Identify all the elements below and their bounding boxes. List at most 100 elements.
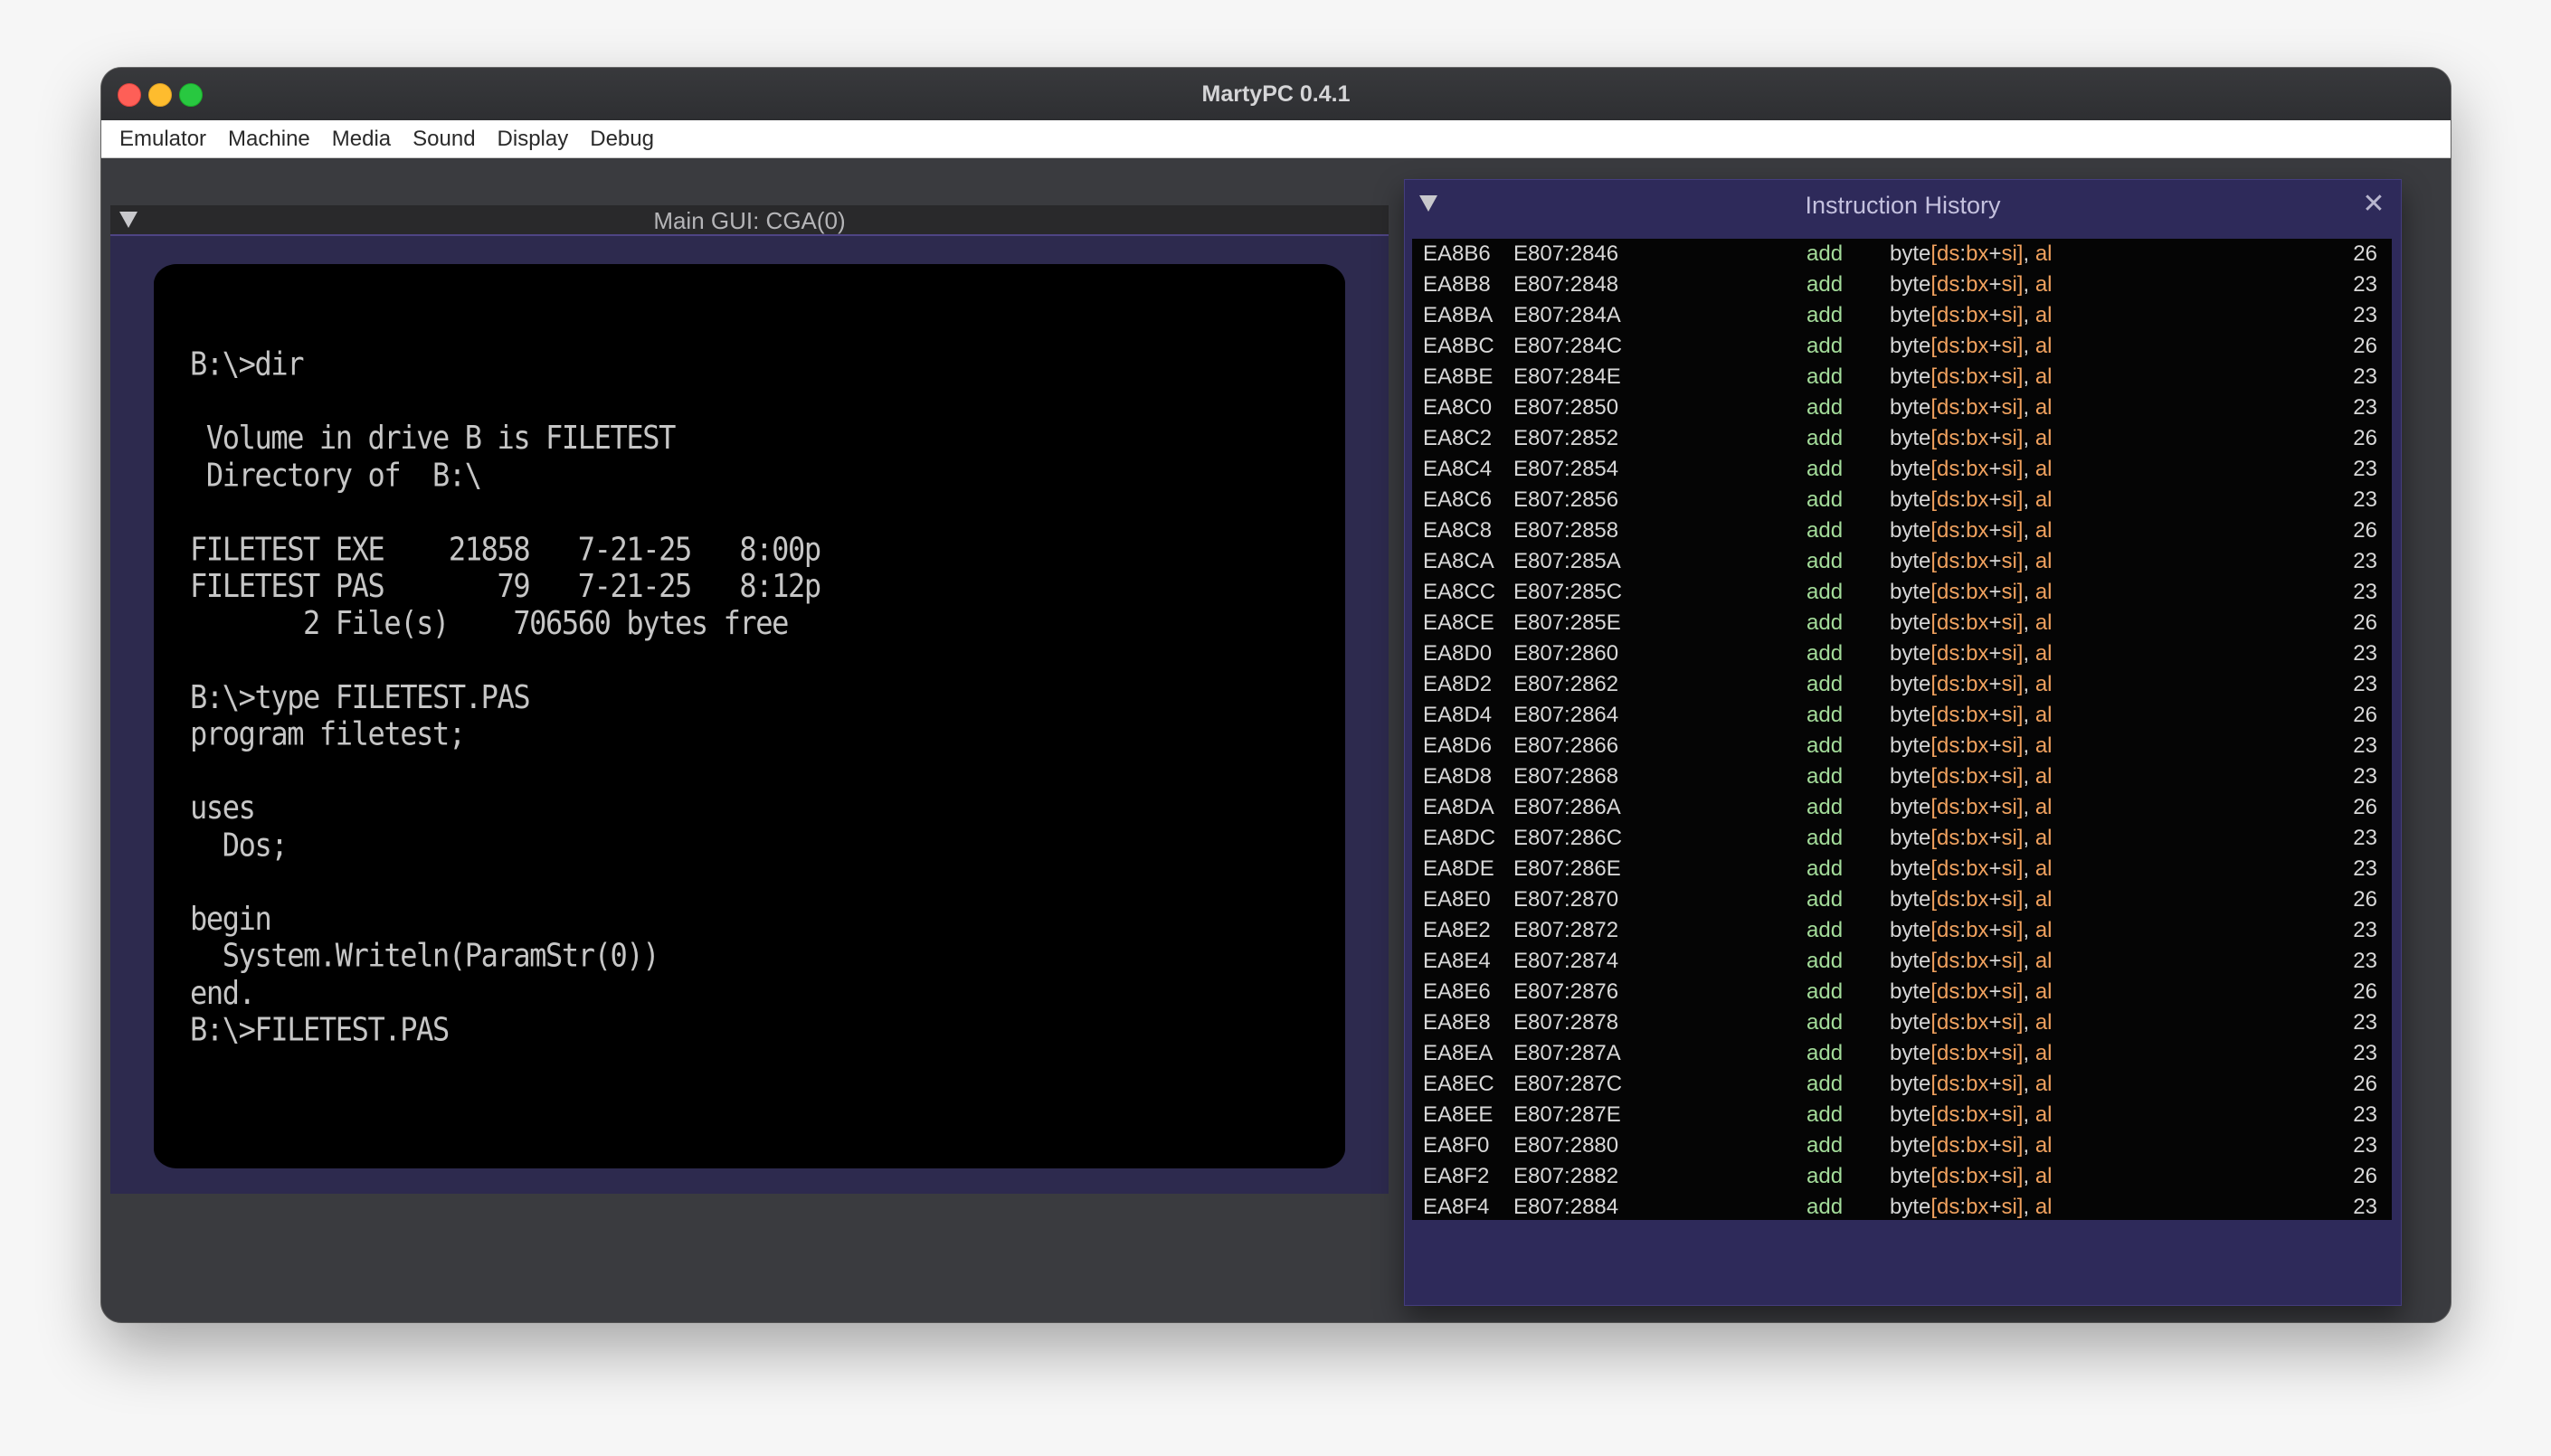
table-row[interactable]: EA8E6 E807:2876 add byte[ds:bx+si], al 26 — [1412, 977, 2392, 1007]
operand-token: byte — [1890, 549, 1931, 574]
operand-token: bx — [1966, 949, 1989, 974]
instruction-history-header[interactable]: Instruction History ✕ — [1405, 180, 2401, 228]
menu-media[interactable]: Media — [321, 120, 402, 157]
table-row[interactable]: EA8C2 E807:2852 add byte[ds:bx+si], al 26 — [1412, 423, 2392, 454]
table-row[interactable]: EA8DA E807:286A add byte[ds:bx+si], al 26 — [1412, 792, 2392, 823]
table-row[interactable]: EA8C0 E807:2850 add byte[ds:bx+si], al 23 — [1412, 392, 2392, 423]
operand-token: + — [1988, 272, 2002, 298]
table-row[interactable]: EA8C6 E807:2856 add byte[ds:bx+si], al 23 — [1412, 485, 2392, 515]
menu-sound[interactable]: Sound — [402, 120, 486, 157]
operand-token: bx — [1966, 518, 1989, 544]
operand-token: + — [1988, 887, 2002, 912]
menu-debug[interactable]: Debug — [579, 120, 665, 157]
operand-token: al — [2034, 641, 2053, 667]
operand-token: bx — [1966, 795, 1989, 820]
menu-display[interactable]: Display — [487, 120, 580, 157]
instruction-seg-offset: E807:2856 — [1513, 487, 1619, 513]
instruction-cycles: 23 — [2353, 949, 2377, 974]
instruction-history-list[interactable]: EA8B6 E807:2846 add byte[ds:bx+si], al 26 EA8… — [1412, 239, 2392, 1220]
instruction-mnemonic: add — [1807, 979, 1844, 1005]
operand-token: si — [2001, 334, 2017, 359]
instruction-operands: byte[ds:bx+si], al — [1890, 392, 2053, 423]
table-row[interactable]: EA8C8 E807:2858 add byte[ds:bx+si], al 26 — [1412, 515, 2392, 546]
table-row[interactable]: EA8D8 E807:2868 add byte[ds:bx+si], al 23 — [1412, 761, 2392, 792]
operand-token: , — [2023, 549, 2035, 574]
instruction-seg-offset: E807:285E — [1513, 610, 1621, 636]
table-row[interactable]: EA8D4 E807:2864 add byte[ds:bx+si], al 26 — [1412, 700, 2392, 731]
operand-token: ds — [1937, 764, 1960, 789]
instruction-address: EA8CC — [1423, 580, 1496, 605]
table-row[interactable]: EA8CE E807:285E add byte[ds:bx+si], al 26 — [1412, 608, 2392, 638]
instruction-operands: byte[ds:bx+si], al — [1890, 884, 2053, 915]
title-bar[interactable]: MartyPC 0.4.1 — [101, 68, 2451, 121]
table-row[interactable]: EA8D0 E807:2860 add byte[ds:bx+si], al 23 — [1412, 638, 2392, 669]
table-row[interactable]: EA8CC E807:285C add byte[ds:bx+si], al 23 — [1412, 577, 2392, 608]
operand-token: ds — [1937, 457, 1960, 482]
instruction-cycles: 26 — [2353, 518, 2377, 544]
operand-token: si — [2001, 426, 2017, 451]
instruction-cycles: 26 — [2353, 703, 2377, 728]
instruction-operands: byte[ds:bx+si], al — [1890, 1007, 2053, 1038]
table-row[interactable]: EA8D6 E807:2866 add byte[ds:bx+si], al 23 — [1412, 731, 2392, 761]
table-row[interactable]: EA8E0 E807:2870 add byte[ds:bx+si], al 26 — [1412, 884, 2392, 915]
table-row[interactable]: EA8F2 E807:2882 add byte[ds:bx+si], al 26 — [1412, 1161, 2392, 1192]
operand-token: + — [1988, 1010, 2002, 1035]
table-row[interactable]: EA8BE E807:284E add byte[ds:bx+si], al 23 — [1412, 362, 2392, 392]
menu-emulator[interactable]: Emulator — [101, 120, 217, 157]
operand-token: byte — [1890, 672, 1931, 697]
table-row[interactable]: EA8BC E807:284C add byte[ds:bx+si], al 26 — [1412, 331, 2392, 362]
operand-token: ds — [1937, 426, 1960, 451]
table-row[interactable]: EA8B6 E807:2846 add byte[ds:bx+si], al 26 — [1412, 239, 2392, 269]
table-row[interactable]: EA8CA E807:285A add byte[ds:bx+si], al 23 — [1412, 546, 2392, 577]
operand-token: al — [2034, 1133, 2053, 1158]
instruction-seg-offset: E807:284C — [1513, 334, 1623, 359]
instruction-address: EA8BE — [1423, 364, 1494, 390]
table-row[interactable]: EA8E4 E807:2874 add byte[ds:bx+si], al 23 — [1412, 946, 2392, 977]
table-row[interactable]: EA8F4 E807:2884 add byte[ds:bx+si], al 23 — [1412, 1192, 2392, 1220]
operand-token: ds — [1937, 1164, 1960, 1189]
table-row[interactable]: EA8EA E807:287A add byte[ds:bx+si], al 23 — [1412, 1038, 2392, 1069]
operand-token: si — [2001, 826, 2017, 851]
instruction-address: EA8E4 — [1423, 949, 1491, 974]
instruction-mnemonic: add — [1807, 549, 1844, 574]
instruction-address: EA8BC — [1423, 334, 1494, 359]
operand-token: , — [2023, 641, 2035, 667]
instruction-mnemonic: add — [1807, 1164, 1844, 1189]
table-row[interactable]: EA8D2 E807:2862 add byte[ds:bx+si], al 23 — [1412, 669, 2392, 700]
table-row[interactable]: EA8EC E807:287C add byte[ds:bx+si], al 26 — [1412, 1069, 2392, 1100]
operand-token: si — [2001, 1195, 2017, 1220]
operand-token: byte — [1890, 1041, 1931, 1066]
operand-token: al — [2034, 918, 2053, 943]
instruction-mnemonic: add — [1807, 303, 1844, 328]
table-row[interactable]: EA8E8 E807:2878 add byte[ds:bx+si], al 23 — [1412, 1007, 2392, 1038]
table-row[interactable]: EA8E2 E807:2872 add byte[ds:bx+si], al 23 — [1412, 915, 2392, 946]
table-row[interactable]: EA8B8 E807:2848 add byte[ds:bx+si], al 23 — [1412, 269, 2392, 300]
crt-display[interactable]: B:\>dir Volume in drive B is FILETEST Di… — [154, 264, 1345, 1168]
operand-token: ds — [1937, 703, 1960, 728]
menu-machine[interactable]: Machine — [217, 120, 321, 157]
operand-token: al — [2034, 887, 2053, 912]
operand-token: ds — [1937, 610, 1960, 636]
operand-token: al — [2034, 672, 2053, 697]
instruction-mnemonic: add — [1807, 703, 1844, 728]
instruction-mnemonic: add — [1807, 364, 1844, 390]
table-row[interactable]: EA8F0 E807:2880 add byte[ds:bx+si], al 23 — [1412, 1130, 2392, 1161]
instruction-operands: byte[ds:bx+si], al — [1890, 731, 2053, 761]
main-gui-header[interactable]: Main GUI: CGA(0) — [110, 205, 1389, 236]
instruction-mnemonic: add — [1807, 395, 1844, 421]
instruction-seg-offset: E807:2878 — [1513, 1010, 1619, 1035]
operand-token: al — [2034, 703, 2053, 728]
operand-token: byte — [1890, 487, 1931, 513]
table-row[interactable]: EA8DC E807:286C add byte[ds:bx+si], al 23 — [1412, 823, 2392, 854]
operand-token: si — [2001, 887, 2017, 912]
operand-token: bx — [1966, 1041, 1989, 1066]
table-row[interactable]: EA8C4 E807:2854 add byte[ds:bx+si], al 23 — [1412, 454, 2392, 485]
table-row[interactable]: EA8DE E807:286E add byte[ds:bx+si], al 23 — [1412, 854, 2392, 884]
instruction-history-title: Instruction History — [1805, 192, 2001, 219]
instruction-operands: byte[ds:bx+si], al — [1890, 331, 2053, 362]
table-row[interactable]: EA8EE E807:287E add byte[ds:bx+si], al 23 — [1412, 1100, 2392, 1130]
instruction-seg-offset: E807:285A — [1513, 549, 1621, 574]
operand-token: , — [2023, 487, 2035, 513]
close-icon[interactable]: ✕ — [2361, 191, 2386, 218]
table-row[interactable]: EA8BA E807:284A add byte[ds:bx+si], al 23 — [1412, 300, 2392, 331]
